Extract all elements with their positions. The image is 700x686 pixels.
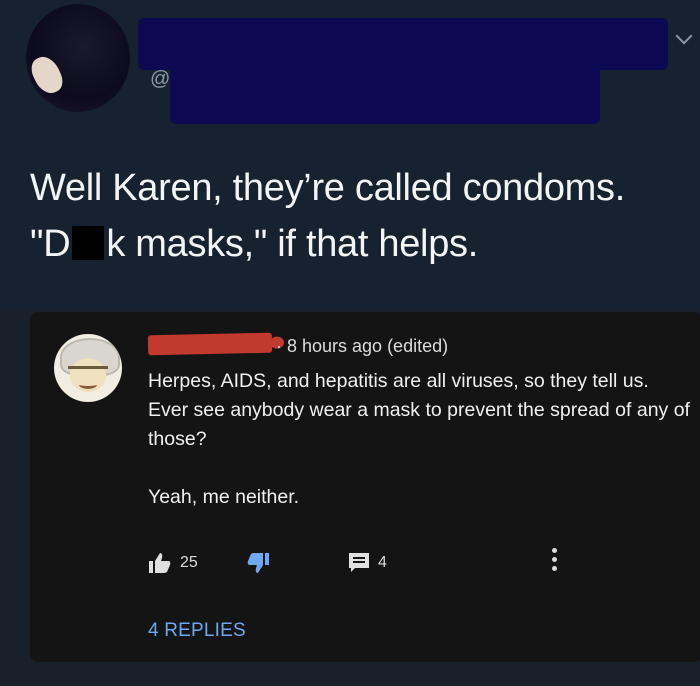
view-replies-button[interactable]: 4 REPLIES	[148, 620, 246, 642]
redacted-commenter-name	[147, 332, 285, 356]
reply-icon[interactable]	[348, 552, 370, 574]
reply-action[interactable]: 4	[348, 552, 387, 574]
comment-actions: 25 4	[148, 552, 688, 580]
tweet-line-1: Well Karen, they’re called condoms.	[30, 167, 625, 209]
more-vert-icon[interactable]	[552, 548, 558, 575]
avatar-mouth	[79, 380, 97, 389]
like-action[interactable]: 25	[148, 552, 198, 574]
comment-paragraph-1: Herpes, AIDS, and hepatitis are all viru…	[148, 370, 690, 450]
dislike-action[interactable]	[246, 552, 270, 574]
tweet-text: Well Karen, they’re called condoms. "D k …	[30, 160, 690, 272]
commenter-avatar[interactable]	[54, 334, 122, 402]
comment-paragraph-2: Yeah, me neither.	[148, 486, 300, 508]
youtube-comment: · 8 hours ago (edited) Herpes, AIDS, and…	[30, 312, 700, 662]
tweet-line-2: "D k masks," if that helps.	[30, 216, 690, 272]
comment-body: Herpes, AIDS, and hepatitis are all viru…	[148, 367, 693, 512]
like-count: 25	[180, 554, 198, 571]
chevron-down-icon[interactable]	[675, 27, 693, 45]
avatar-hand	[27, 52, 67, 98]
comment-timestamp: · 8 hours ago (edited)	[276, 336, 449, 356]
tweet-line-2-end: k masks," if that helps.	[106, 223, 478, 265]
tweet-author-avatar[interactable]	[26, 4, 130, 112]
tweet-card: J @ Well Karen, they’re called condoms. …	[0, 0, 700, 310]
avatar-glasses	[68, 366, 108, 379]
censor-bar	[72, 226, 105, 260]
redacted-author-handle	[170, 62, 600, 124]
tweet-line-2-start: "D	[30, 223, 71, 265]
thumbs-down-icon[interactable]	[246, 552, 270, 574]
author-handle-fragment: @	[150, 68, 171, 90]
reply-count: 4	[378, 554, 387, 571]
thumbs-up-icon[interactable]	[148, 552, 172, 574]
